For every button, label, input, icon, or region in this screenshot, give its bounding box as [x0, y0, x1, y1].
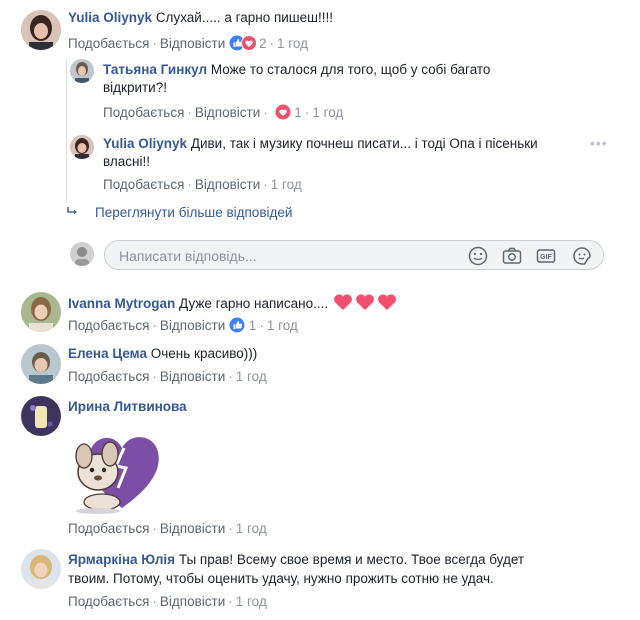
timestamp[interactable]: 1 год	[236, 594, 267, 609]
more-options-icon[interactable]: •••	[590, 135, 608, 151]
reply-link[interactable]: Відповісти	[160, 521, 225, 536]
avatar[interactable]	[21, 549, 61, 589]
thread-line	[66, 58, 67, 203]
reply-text-cont: відкрити?!	[103, 80, 167, 95]
reaction-count[interactable]: 1	[294, 105, 302, 120]
comment-text-cont: твоим. Потому, чтобы оценить удачу, нужн…	[68, 571, 494, 586]
reply-input[interactable]	[117, 247, 451, 265]
avatar[interactable]	[21, 292, 61, 332]
current-user-avatar	[70, 242, 94, 266]
reply-input-box[interactable]: GIF	[104, 240, 604, 270]
reaction-count[interactable]: 1	[249, 318, 257, 333]
comment-text: Очень красиво)))	[150, 346, 258, 361]
like-link[interactable]: Подобається	[103, 177, 184, 192]
like-link[interactable]: Подобається	[68, 318, 149, 333]
reply-text-cont: власні!!	[103, 154, 150, 169]
reply-text: Може то сталося для того, щоб у собі баг…	[210, 62, 491, 77]
like-link[interactable]: Подобається	[68, 594, 149, 609]
like-link[interactable]: Подобається	[68, 36, 149, 51]
reply-link[interactable]: Відповісти	[195, 105, 260, 120]
timestamp[interactable]: 1 год	[236, 521, 267, 536]
timestamp[interactable]: 1 год	[277, 36, 308, 51]
avatar[interactable]	[70, 59, 94, 83]
comment-author[interactable]: Yulia Oliynyk	[68, 10, 152, 25]
avatar[interactable]	[21, 396, 61, 436]
timestamp[interactable]: 1 год	[271, 177, 302, 192]
reply-link[interactable]: Відповісти	[160, 318, 225, 333]
reply-link[interactable]: Відповісти	[160, 36, 225, 51]
reaction-badge[interactable]	[229, 35, 259, 54]
sticker-icon[interactable]	[571, 245, 593, 267]
heart-reaction-icon[interactable]	[275, 104, 291, 123]
comment-author[interactable]: Ivanna Mytrogan	[68, 296, 175, 311]
like-reaction-icon[interactable]	[229, 317, 245, 336]
reply-link[interactable]: Відповісти	[160, 594, 225, 609]
reply-link[interactable]: Відповісти	[195, 177, 260, 192]
reply-author[interactable]: Yulia Oliynyk	[103, 136, 187, 151]
view-more-replies-link[interactable]: Переглянути більше відповідей	[95, 205, 292, 220]
timestamp[interactable]: 1 год	[267, 318, 298, 333]
heart-emoji-icon	[332, 292, 398, 315]
gif-icon[interactable]: GIF	[535, 245, 557, 267]
svg-text:GIF: GIF	[540, 254, 552, 261]
comment-text: Слухай..... а гарно пишеш!!!!	[155, 10, 333, 25]
timestamp[interactable]: 1 год	[236, 369, 267, 384]
sticker-image	[64, 422, 174, 516]
reply-text: Диви, так і музику почнеш писати... і то…	[190, 136, 538, 151]
like-link[interactable]: Подобається	[103, 105, 184, 120]
timestamp[interactable]: 1 год	[312, 105, 343, 120]
avatar[interactable]	[21, 10, 61, 50]
reply-arrow-icon	[66, 205, 80, 219]
like-link[interactable]: Подобається	[68, 369, 149, 384]
avatar[interactable]	[21, 344, 61, 384]
reply-link[interactable]: Відповісти	[160, 369, 225, 384]
like-link[interactable]: Подобається	[68, 521, 149, 536]
comment-text: Дуже гарно написано....	[179, 296, 329, 311]
comment-author[interactable]: Елена Цема	[68, 346, 147, 361]
comment-author[interactable]: Ярмаркіна Юлія	[68, 552, 175, 567]
reaction-count[interactable]: 2	[259, 36, 267, 51]
reply-author[interactable]: Татьяна Гинкул	[103, 62, 207, 77]
comment-author[interactable]: Ирина Литвинова	[68, 399, 187, 414]
avatar[interactable]	[70, 135, 94, 159]
camera-icon[interactable]	[501, 245, 523, 267]
comment-text: Ты прав! Всему свое время и место. Твое …	[178, 552, 525, 567]
smiley-icon[interactable]	[467, 245, 489, 267]
